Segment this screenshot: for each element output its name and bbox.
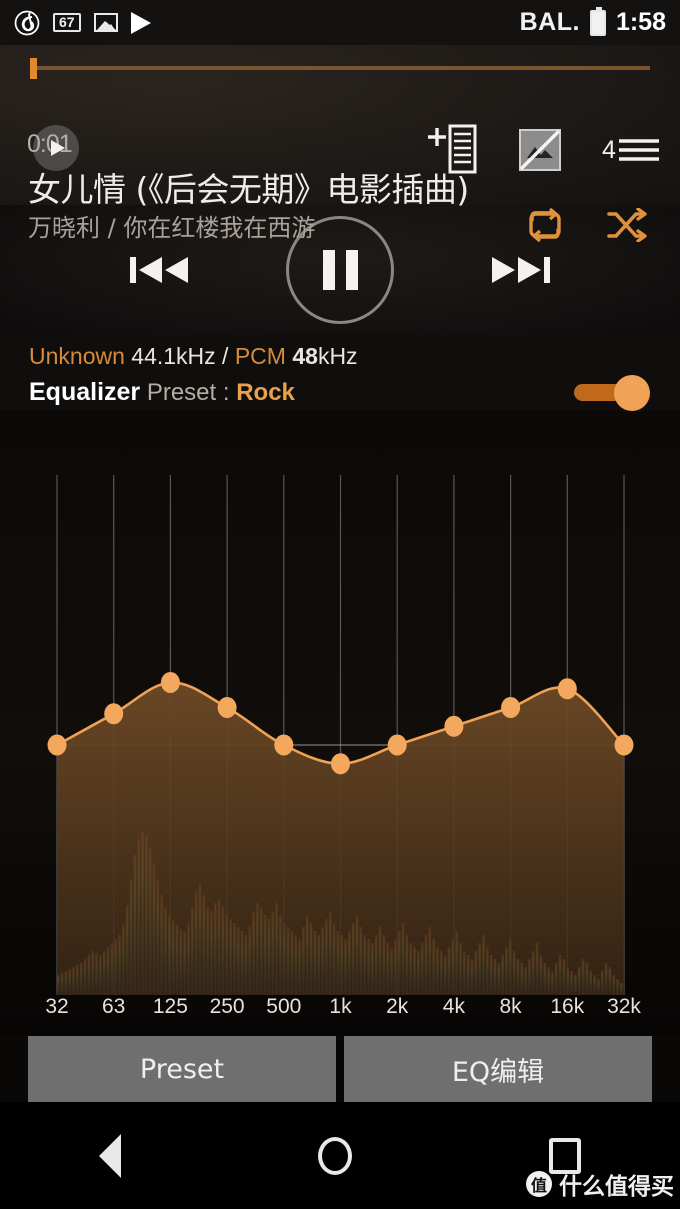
format-separator: / xyxy=(222,343,229,369)
frequency-label: 32 xyxy=(45,995,69,1018)
image-icon xyxy=(93,13,118,32)
toggle-thumb xyxy=(614,375,650,411)
watermark: 值 什么值得买 xyxy=(526,1167,674,1201)
eq-band-handle[interactable] xyxy=(47,734,67,756)
track-title: 女儿情 (《后会无期》电影插曲) xyxy=(28,170,469,209)
svg-text:4: 4 xyxy=(602,136,616,164)
netease-music-icon xyxy=(14,10,40,35)
eq-band-handle[interactable] xyxy=(331,753,350,775)
eq-band-handle[interactable] xyxy=(217,697,237,718)
frequency-label: 500 xyxy=(266,995,302,1018)
eq-band-handle[interactable] xyxy=(614,734,634,756)
audio-format-line: Unknown 44.1kHz / PCM 48kHz xyxy=(29,343,358,370)
pause-bar-left xyxy=(322,250,335,290)
frequency-label: 32k xyxy=(607,995,641,1018)
equalizer-curve-svg[interactable] xyxy=(0,410,680,1035)
playback-mode-icons xyxy=(524,208,648,242)
frequency-label: 1k xyxy=(329,995,352,1018)
equalizer-preset-line: Equalizer Preset : Rock xyxy=(29,378,295,407)
cover-art-off-icon[interactable] xyxy=(518,128,562,172)
notification-count-badge: 67 xyxy=(53,13,81,32)
frequency-label: 8k xyxy=(499,995,522,1018)
eq-action-buttons: Preset EQ编辑 xyxy=(0,1036,680,1102)
equalizer-graph[interactable] xyxy=(0,410,680,1035)
eq-band-handle[interactable] xyxy=(444,715,464,737)
battery-full-icon xyxy=(589,6,606,36)
equalizer-toggle[interactable] xyxy=(572,375,650,411)
audio-info-panel: Unknown 44.1kHz / PCM 48kHz Equalizer Pr… xyxy=(0,335,680,411)
eq-band-handle[interactable] xyxy=(501,697,521,718)
status-bar-left-icons: 67 xyxy=(14,10,151,36)
seek-bar-thumb[interactable] xyxy=(30,58,37,79)
frequency-label: 250 xyxy=(209,995,245,1018)
pause-bar-right xyxy=(345,250,358,290)
play-icon xyxy=(130,11,151,34)
music-player-screen: 67 BAL. 1:58 0:01 4 女儿情 (《后会无期》电影插曲) 万晓利… xyxy=(0,0,680,1209)
source-rate: 44.1kHz xyxy=(131,343,216,369)
frequency-label: 4k xyxy=(442,995,465,1018)
output-rate-unit: kHz xyxy=(317,343,358,369)
frequency-axis-labels: 32 63 125 250 500 1k 2k 4k 8k 16k 32k xyxy=(0,995,680,1033)
balance-label: BAL. xyxy=(519,8,580,36)
next-track-icon[interactable] xyxy=(490,253,550,287)
eq-band-handle[interactable] xyxy=(557,678,577,700)
eq-band-handle[interactable] xyxy=(104,703,124,725)
preset-label: Preset : xyxy=(146,379,230,406)
output-format: PCM xyxy=(234,343,286,369)
output-rate-value: 48 xyxy=(292,343,318,369)
back-icon[interactable] xyxy=(98,1133,121,1178)
clock: 1:58 xyxy=(615,8,666,36)
frequency-label: 2k xyxy=(386,995,409,1018)
playlist-count-icon[interactable]: 4 xyxy=(602,132,660,168)
equalizer-label: Equalizer xyxy=(29,378,141,406)
home-icon[interactable] xyxy=(317,1136,352,1175)
preset-button[interactable]: Preset xyxy=(28,1036,336,1102)
previous-track-icon[interactable] xyxy=(130,253,190,287)
status-bar: 67 BAL. 1:58 xyxy=(0,0,680,45)
eq-band-handle[interactable] xyxy=(160,672,180,693)
eq-edit-button[interactable]: EQ编辑 xyxy=(344,1036,652,1102)
preset-value[interactable]: Rock xyxy=(236,379,295,406)
watermark-text: 什么值得买 xyxy=(559,1174,674,1200)
track-artist: 万晓利 / 你在红楼我在西游 xyxy=(28,214,316,242)
watermark-logo: 值 xyxy=(526,1171,552,1197)
eq-band-handle[interactable] xyxy=(387,734,407,756)
status-bar-right: BAL. 1:58 xyxy=(519,6,666,37)
frequency-label: 125 xyxy=(152,995,188,1018)
eq-band-handle[interactable] xyxy=(274,734,294,756)
seek-bar[interactable] xyxy=(30,66,650,70)
player-header: 0:01 4 女儿情 (《后会无期》电影插曲) 万晓利 / 你在红楼我在西游 xyxy=(0,45,680,242)
frequency-label: 16k xyxy=(550,995,585,1018)
shuffle-icon[interactable] xyxy=(606,208,648,242)
source-format: Unknown xyxy=(29,343,125,369)
repeat-icon[interactable] xyxy=(524,208,566,242)
frequency-label: 63 xyxy=(102,995,126,1018)
